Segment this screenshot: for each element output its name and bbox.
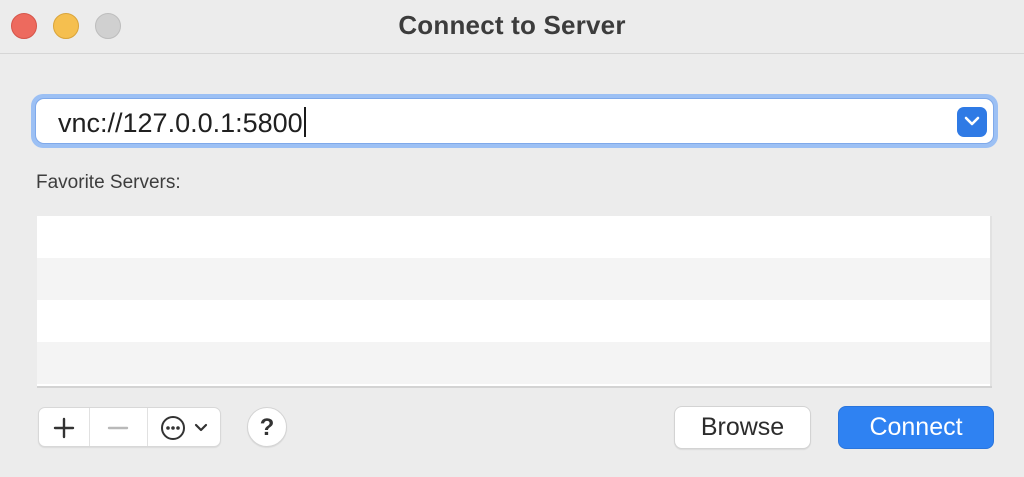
favorite-servers-list[interactable] [37, 216, 992, 388]
more-actions-menu-button[interactable] [147, 408, 221, 446]
server-address-text: vnc://127.0.0.1:5800 [58, 108, 303, 138]
list-divider [37, 386, 992, 388]
favorites-segmented-control [38, 407, 221, 447]
help-button[interactable]: ? [247, 407, 287, 447]
server-address-input[interactable]: vnc://127.0.0.1:5800 [58, 107, 306, 139]
minus-icon [107, 426, 129, 430]
ellipsis-circle-icon [161, 416, 185, 440]
connect-button[interactable]: Connect [838, 406, 994, 449]
remove-favorite-button[interactable] [89, 408, 147, 446]
chevron-down-icon [194, 423, 208, 432]
server-address-combobox[interactable]: vnc://127.0.0.1:5800 [31, 94, 998, 148]
list-item[interactable] [37, 342, 990, 384]
plus-icon [53, 417, 75, 439]
chevron-down-icon [964, 116, 980, 126]
text-caret [303, 107, 306, 137]
window-title: Connect to Server [398, 10, 626, 40]
list-item[interactable] [37, 216, 990, 258]
list-item[interactable] [37, 300, 990, 342]
connect-to-server-window: Connect to Server vnc://127.0.0.1:5800 F… [0, 0, 1024, 477]
favorite-servers-label: Favorite Servers: [36, 172, 181, 193]
server-address-field[interactable]: vnc://127.0.0.1:5800 [35, 98, 994, 144]
add-favorite-button[interactable] [39, 408, 89, 446]
title-bar: Connect to Server [0, 0, 1024, 54]
recent-servers-dropdown-button[interactable] [957, 107, 987, 137]
list-item[interactable] [37, 258, 990, 300]
browse-button[interactable]: Browse [674, 406, 811, 449]
